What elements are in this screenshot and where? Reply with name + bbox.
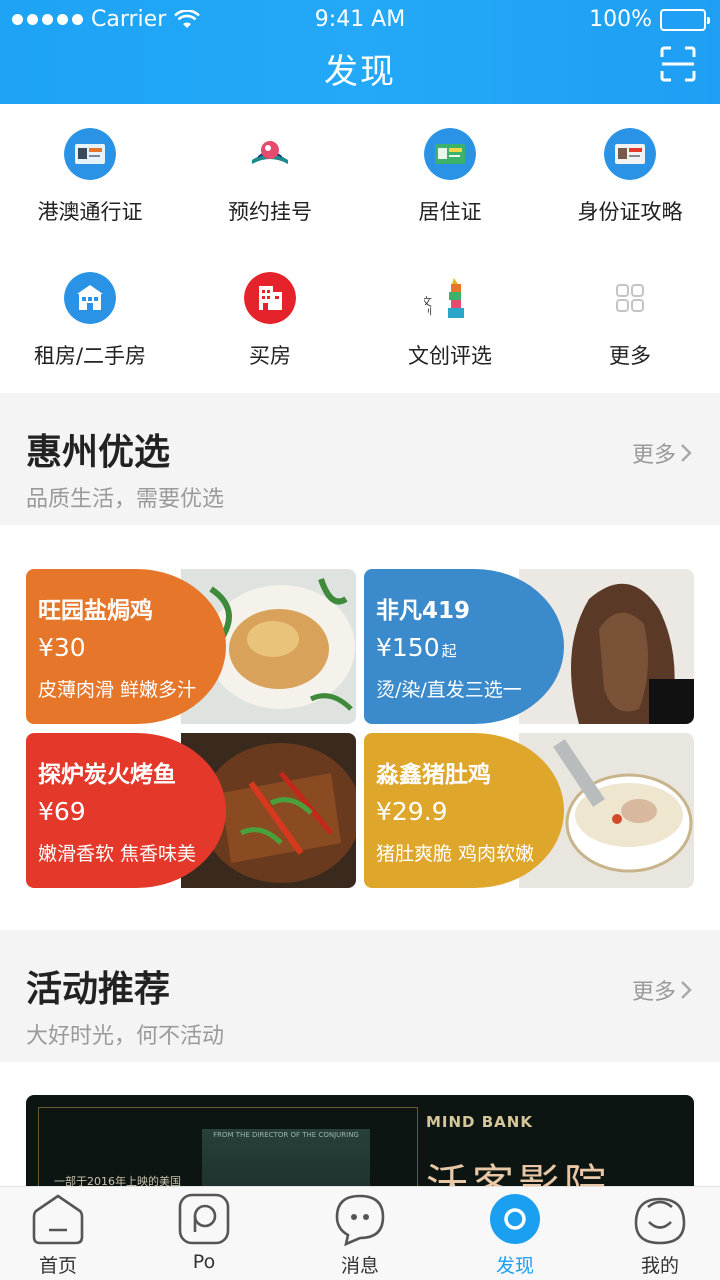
buy-house-icon [244,272,296,324]
deal-card[interactable]: 旺园盐焗鸡 ¥30 皮薄肉滑 鲜嫩多汁 [26,569,356,724]
scan-icon[interactable] [660,46,696,82]
tab-label: Po [192,1251,216,1273]
tab-bar: 首页 Po 消息 发现 我的 [0,1186,720,1280]
tab-label: 发现 [495,1255,534,1277]
tab-profile[interactable]: 我的 [588,1187,720,1280]
service-grid: 港澳通行证 预约挂号 居住证 身份证攻略 租房/二手房 买房 文创 文创评选 更… [0,104,720,394]
section-more-link[interactable]: 更多 [632,974,692,1006]
deal-card[interactable]: 淼鑫猪肚鸡 ¥29.9 猪肚爽脆 鸡肉软嫩 [364,733,694,888]
deal-name: 非凡419 [376,598,471,624]
service-label: 更多 [609,344,651,368]
section-subtitle: 品质生活，需要优选 [26,487,225,512]
section-title: 活动推荐 [26,969,171,1010]
battery-icon [660,8,710,31]
page-title: 发现 [324,52,396,92]
po-icon [178,1193,230,1245]
service-appointment[interactable]: 预约挂号 [180,104,360,244]
id-card-icon [604,128,656,180]
section-picks-header: 惠州优选 品质生活，需要优选 更多 [0,393,720,525]
banner-brand: MIND BANK [426,1113,533,1131]
battery-status: 100% [589,7,710,32]
chevron-right-icon [681,444,692,462]
deal-desc: 猪肚爽脆 鸡肉软嫩 [376,843,535,865]
deal-name: 旺园盐焗鸡 [38,598,153,624]
poster-caption: FROM THE DIRECTOR OF THE CONJURING [213,1131,359,1139]
service-label: 租房/二手房 [33,344,147,368]
service-label: 身份证攻略 [577,200,683,224]
more-label: 更多 [631,443,676,468]
tab-discover[interactable]: 发现 [443,1187,587,1280]
deal-card[interactable]: 探炉炭火烤鱼 ¥69 嫩滑香软 焦香味美 [26,733,356,888]
deal-card[interactable]: 非凡419 ¥150 起 烫/染/直发三选一 [364,569,694,724]
residence-permit-icon [424,128,476,180]
deal-price: ¥29.9 [376,797,448,826]
discover-icon [490,1194,540,1244]
tab-label: 消息 [340,1255,379,1277]
deal-price: ¥150 起 [376,633,457,662]
tab-messages[interactable]: 消息 [288,1187,432,1280]
service-more[interactable]: 更多 [540,248,720,388]
tab-home[interactable]: 首页 [0,1187,130,1280]
message-icon [335,1194,385,1247]
cultural-creative-icon: 文创 [424,278,464,319]
status-bar: Carrier 9:41 AM 100% [0,0,720,40]
service-residence-permit[interactable]: 居住证 [360,104,540,244]
more-grid-icon [616,284,644,312]
service-id-card[interactable]: 身份证攻略 [540,104,720,244]
more-label: 更多 [631,980,676,1005]
service-label: 预约挂号 [228,200,312,224]
profile-icon [634,1197,686,1245]
hk-macau-pass-icon [64,128,116,180]
battery-percent: 100% [589,7,652,32]
service-label: 港澳通行证 [37,200,143,224]
cultural-creative-icon-text: 文创 [424,295,433,319]
service-rent-house[interactable]: 租房/二手房 [0,248,180,388]
section-more-link[interactable]: 更多 [632,437,692,469]
service-cultural-creative[interactable]: 文创 文创评选 [360,248,540,388]
service-label: 文创评选 [408,344,492,368]
tab-po[interactable]: Po [132,1187,276,1280]
section-activities-header: 活动推荐 大好时光，何不活动 更多 [0,930,720,1062]
appointment-icon [252,141,288,164]
deal-desc: 烫/染/直发三选一 [376,679,522,701]
deal-name: 探炉炭火烤鱼 [38,762,176,788]
deal-name: 淼鑫猪肚鸡 [376,762,491,788]
deal-price: ¥69 [38,797,86,826]
home-icon [32,1194,84,1245]
service-hk-macau-pass[interactable]: 港澳通行证 [0,104,180,244]
section-title: 惠州优选 [26,432,171,473]
deal-desc: 嫩滑香软 焦香味美 [38,843,197,865]
section-subtitle: 大好时光，何不活动 [26,1024,225,1049]
service-buy-house[interactable]: 买房 [180,248,360,388]
rent-house-icon [64,272,116,324]
tab-label: 首页 [38,1255,77,1277]
deal-desc: 皮薄肉滑 鲜嫩多汁 [38,679,197,701]
deal-price: ¥30 [38,633,86,662]
chevron-right-icon [681,981,692,999]
tab-label: 我的 [640,1255,679,1277]
service-label: 居住证 [418,200,482,224]
service-label: 买房 [249,344,291,368]
app-header: Carrier 9:41 AM 100% 发现 [0,0,720,104]
